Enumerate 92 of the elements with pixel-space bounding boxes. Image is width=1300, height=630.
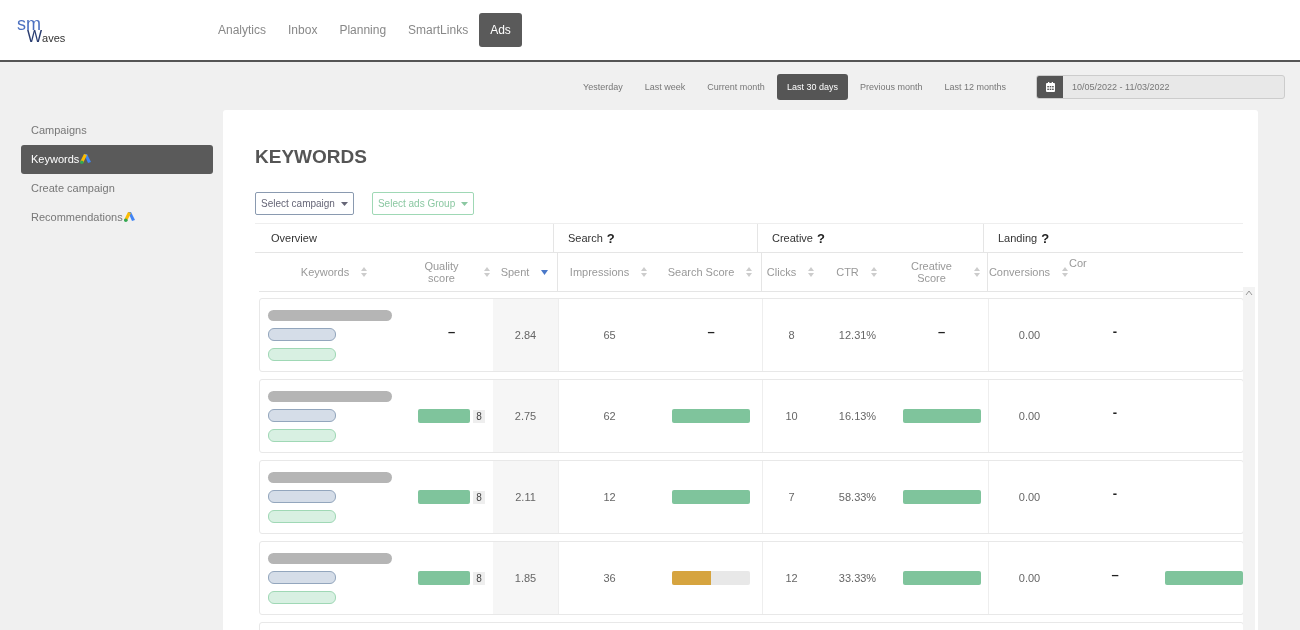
date-filter-button[interactable]: Current month (697, 74, 775, 100)
redacted-tag (268, 509, 336, 523)
ctr-cell: 33.33% (838, 572, 877, 584)
conversions-cell: 0.00 (1018, 410, 1041, 422)
spent-cell: 2.84 (514, 329, 537, 341)
redacted-tag (268, 590, 336, 604)
column-heading[interactable]: Keywords (300, 266, 350, 278)
ctr-cell: 16.13% (838, 410, 877, 422)
redacted-tag (268, 347, 336, 361)
column-heading[interactable]: Quality score (411, 260, 472, 284)
help-icon[interactable]: ? (606, 230, 615, 246)
sort-descending-icon[interactable] (541, 269, 549, 275)
sort-icon[interactable] (870, 267, 877, 277)
sort-icon[interactable] (808, 267, 815, 277)
group-heading: Creative (772, 232, 813, 244)
redacted-tag (268, 489, 336, 503)
clicks-cell: 8 (788, 329, 795, 341)
group-heading: Overview (271, 232, 317, 244)
ctr-cell: 12.31% (838, 329, 877, 341)
redacted-tag (268, 428, 336, 442)
score-bar (418, 571, 471, 585)
sort-icon[interactable] (361, 267, 368, 277)
ctr-cell: 58.33% (838, 491, 877, 503)
spent-cell: 2.11 (515, 491, 536, 503)
spent-cell: 1.85 (514, 572, 537, 584)
date-range-field[interactable]: 10/05/2022 - 11/03/2022 (1036, 75, 1285, 99)
column-heading[interactable]: Clicks (766, 266, 797, 278)
column-heading[interactable]: CTR (836, 266, 859, 278)
sort-icon[interactable] (1062, 267, 1069, 277)
empty-score-dash: – (937, 323, 946, 339)
column-heading[interactable]: Conversions (988, 266, 1051, 278)
date-filter-button[interactable]: Last 12 months (934, 74, 1016, 100)
spent-cell: 2.75 (514, 410, 537, 422)
column-heading[interactable]: Search Score (667, 266, 735, 278)
empty-score-dash: – (707, 323, 715, 339)
scrollbar[interactable] (1243, 287, 1255, 630)
nav-tab[interactable]: Analytics (207, 13, 278, 47)
empty-score-dash: – (447, 323, 456, 339)
score-value: 8 (473, 409, 485, 423)
help-icon[interactable]: ? (1041, 230, 1050, 246)
score-bar (418, 490, 471, 504)
sidebar-item[interactable]: Campaigns (21, 116, 213, 145)
dropdown[interactable]: Select campaign (255, 192, 354, 215)
column-heading[interactable]: Cor (1069, 257, 1087, 269)
sidebar-item[interactable]: Keywords (21, 145, 213, 174)
conversions-cell: 0.00 (1018, 491, 1041, 503)
score-value: 8 (473, 571, 485, 585)
score-bar (418, 409, 471, 423)
empty-score-dash: - (1112, 485, 1118, 501)
nav-tab[interactable]: Ads (479, 13, 522, 47)
sort-icon[interactable] (641, 267, 648, 277)
sidebar-item[interactable]: Recommendations (21, 203, 213, 232)
date-filter-button[interactable]: Yesterday (573, 74, 633, 100)
date-filter-button[interactable]: Last week (634, 74, 696, 100)
impressions-cell: 62 (603, 410, 616, 422)
help-icon[interactable]: ? (816, 230, 825, 246)
conversions-cell: 0.00 (1018, 572, 1041, 584)
impressions-cell: 36 (603, 572, 616, 584)
dropdown[interactable]: Select ads Group (371, 192, 475, 215)
empty-score-dash: - (1112, 323, 1118, 339)
empty-score-dash: – (1111, 566, 1119, 582)
column-heading[interactable]: Spent (500, 266, 530, 278)
page-title: KEYWORDS (255, 146, 368, 168)
empty-score-dash: - (1112, 404, 1118, 420)
redacted-tag (268, 408, 336, 422)
impressions-cell: 12 (603, 491, 616, 503)
score-value: 8 (473, 490, 485, 504)
group-heading: Landing (998, 232, 1038, 244)
redacted-tag (268, 327, 336, 341)
conversions-cell: 0.00 (1018, 329, 1041, 341)
redacted-tag (268, 570, 336, 584)
sort-icon[interactable] (483, 267, 490, 277)
group-heading: Search (568, 232, 603, 244)
sidebar-item[interactable]: Create campaign (21, 174, 213, 203)
nav-tab[interactable]: Inbox (277, 13, 329, 47)
date-filter-button[interactable]: Previous month (849, 74, 933, 100)
clicks-cell: 7 (788, 491, 795, 503)
nav-tab[interactable]: SmartLinks (397, 13, 480, 47)
calendar-icon (1045, 82, 1055, 92)
scroll-up-icon[interactable] (1245, 290, 1253, 296)
impressions-cell: 65 (603, 329, 616, 341)
clicks-cell: 12 (785, 572, 798, 584)
column-heading[interactable]: Impressions (569, 266, 630, 278)
caret-icon (340, 201, 348, 206)
caret-icon (461, 201, 469, 206)
logo: sm Waves (17, 15, 67, 45)
nav-tab[interactable]: Planning (328, 13, 398, 47)
clicks-cell: 10 (785, 410, 798, 422)
sort-icon[interactable] (746, 267, 753, 277)
date-filter-button[interactable]: Last 30 days (776, 74, 848, 100)
sort-icon[interactable] (973, 267, 980, 277)
column-heading[interactable]: Creative Score (901, 260, 962, 284)
